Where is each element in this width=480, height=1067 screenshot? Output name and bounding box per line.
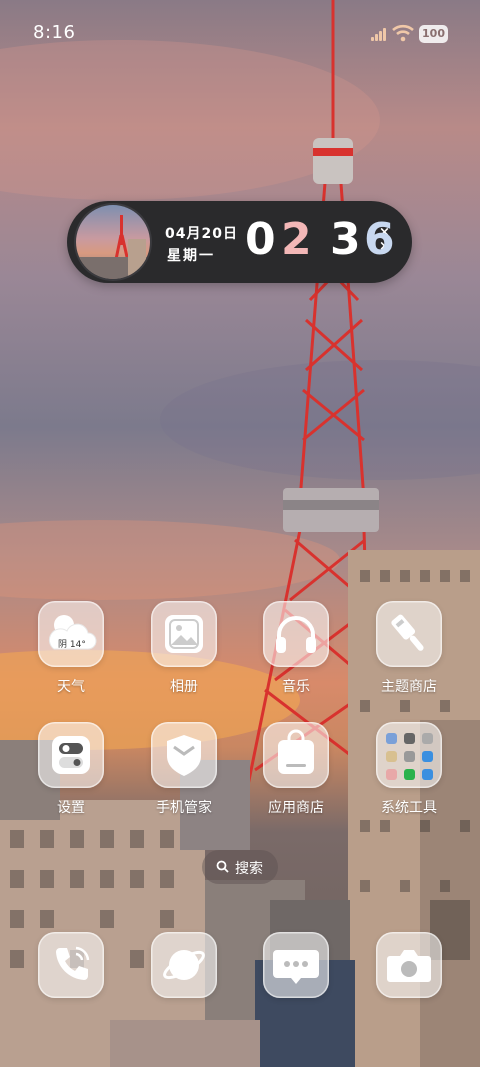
widget-photo (76, 205, 150, 279)
widget-date: 04月20日 (165, 226, 238, 242)
folder-app-icon (386, 733, 397, 744)
folder-app-icon (404, 751, 415, 762)
search-button[interactable]: 搜索 (202, 850, 278, 884)
app-settings[interactable]: 设置 (21, 722, 121, 817)
phone-icon (38, 932, 104, 998)
app-label: 设置 (57, 800, 85, 816)
app-label: 天气 (57, 679, 85, 695)
folder-system-tools[interactable]: 系统工具 (359, 722, 459, 817)
paintbrush-icon (376, 601, 442, 667)
toggle-settings-icon (38, 722, 104, 788)
app-label: 应用商店 (268, 800, 324, 816)
app-label: 主题商店 (381, 679, 437, 695)
app-weather[interactable]: 阴 14° 天气 (21, 601, 121, 696)
app-music[interactable]: 音乐 (246, 601, 346, 696)
search-icon (216, 860, 229, 873)
app-label: 相册 (170, 679, 198, 695)
dock-phone[interactable] (21, 932, 121, 998)
app-app-store[interactable]: 应用商店 (246, 722, 346, 817)
folder-app-icon (386, 769, 397, 780)
cellular-signal-icon (371, 28, 387, 41)
dock-camera[interactable] (359, 932, 459, 998)
folder-app-icon (404, 769, 415, 780)
shield-icon (151, 722, 217, 788)
folder-app-icon (422, 733, 433, 744)
app-label: 系统工具 (381, 800, 437, 816)
dock-browser[interactable] (134, 932, 234, 998)
status-time: 8:16 (33, 22, 76, 43)
folder-app-icon (404, 733, 415, 744)
clock-digit-hour-ones: 2 (281, 214, 312, 265)
app-theme-store[interactable]: 主题商店 (359, 601, 459, 696)
weather-badge: 阴 14° (58, 640, 86, 650)
camera-icon (376, 932, 442, 998)
app-gallery[interactable]: 相册 (134, 601, 234, 696)
app-phone-manager[interactable]: 手机管家 (134, 722, 234, 817)
folder-app-icon (386, 751, 397, 762)
clock-digit-hour-tens: 0 (245, 214, 276, 265)
folder-app-icon (422, 751, 433, 762)
message-icon (263, 932, 329, 998)
battery-indicator: 100 (419, 25, 448, 43)
gallery-icon (151, 601, 217, 667)
clock-widget[interactable]: 04月20日 星期一 0 2 × × 3 6 (67, 201, 412, 283)
app-label: 手机管家 (156, 800, 212, 816)
clock-digit-minute-tens: 3 (330, 214, 361, 265)
app-label: 音乐 (282, 679, 310, 695)
wifi-icon (392, 24, 414, 42)
folder-icon (376, 722, 442, 788)
widget-weekday: 星期一 (167, 248, 215, 264)
folder-app-icon (422, 769, 433, 780)
shopping-bag-icon (263, 722, 329, 788)
browser-planet-icon (151, 932, 217, 998)
weather-icon: 阴 14° (38, 601, 104, 667)
search-label: 搜索 (235, 861, 263, 877)
status-bar: 8:16 100 (0, 0, 480, 70)
wallpaper (0, 0, 480, 1067)
headphones-icon (263, 601, 329, 667)
dock-messages[interactable] (246, 932, 346, 998)
clock-digit-minute-ones: 6 (364, 214, 395, 265)
